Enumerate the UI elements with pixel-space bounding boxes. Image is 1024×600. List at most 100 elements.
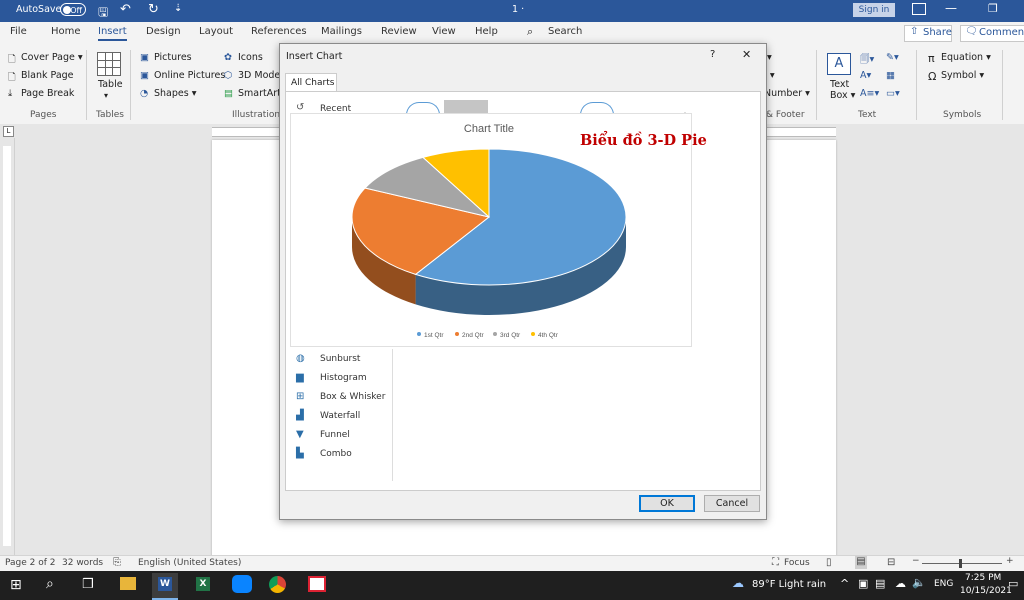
file-explorer-icon[interactable] — [120, 577, 136, 590]
table-button[interactable]: Table — [98, 79, 123, 90]
divider — [86, 50, 87, 120]
page-count[interactable]: Page 2 of 2 — [5, 558, 56, 568]
pictures-icon: ▣ — [140, 52, 149, 63]
zoom-thumb[interactable] — [959, 559, 962, 568]
comments-button[interactable]: 🗨 Comment — [960, 25, 1024, 42]
group-pages-label: Pages — [30, 110, 57, 120]
dialog-title: Insert Chart — [286, 51, 343, 62]
drop-cap-icon[interactable]: A≡▾ — [860, 88, 879, 99]
notification-icon[interactable]: ▭ — [1008, 577, 1018, 590]
tab-all-charts[interactable]: All Charts — [285, 73, 337, 92]
tray-chevron-icon[interactable]: ^ — [840, 577, 849, 590]
online-pictures-button[interactable]: Online Pictures — [154, 70, 225, 81]
maximize-icon[interactable]: ❐ — [988, 2, 998, 15]
object-icon[interactable]: ▭▾ — [886, 88, 900, 99]
print-layout-icon[interactable]: ▤ — [855, 556, 867, 569]
weather-text[interactable]: 89°F Light rain — [752, 579, 826, 590]
web-layout-icon[interactable]: ⊟ — [887, 557, 895, 568]
signature-line-icon[interactable]: ✎▾ — [886, 52, 899, 63]
word-taskbar-button[interactable]: W — [152, 573, 178, 600]
search-icon: ⌕ — [527, 25, 534, 38]
clock-time[interactable]: 7:25 PM — [965, 573, 1001, 583]
search-box[interactable]: Search — [548, 26, 582, 37]
windows-start-icon[interactable]: ⊞ — [10, 577, 22, 593]
tab-layout[interactable]: Layout — [199, 26, 233, 37]
3d-model-button[interactable]: 3D Model — [238, 70, 283, 81]
page-number-button[interactable]: Number ▾ — [764, 88, 810, 99]
tab-view[interactable]: View — [432, 26, 456, 37]
save-icon[interactable]: 🖫 — [98, 3, 108, 24]
undo-icon[interactable]: ↶ — [120, 2, 131, 17]
category-label: Funnel — [320, 430, 350, 440]
ribbon-display-icon[interactable] — [912, 3, 926, 15]
tab-design[interactable]: Design — [146, 26, 181, 37]
vertical-ruler[interactable] — [0, 138, 15, 556]
wordart-icon[interactable]: A▾ — [860, 70, 871, 81]
tray-icon[interactable]: ▣ — [858, 577, 868, 590]
blank-page-icon: 🗋 — [8, 72, 16, 83]
task-view-icon[interactable]: ❒ — [82, 577, 94, 592]
focus-icon: ⛶ — [772, 557, 779, 568]
clock-date[interactable]: 10/15/2021 — [960, 586, 1012, 596]
zoom-in-icon[interactable]: + — [1006, 556, 1014, 566]
shapes-button[interactable]: Shapes ▾ — [154, 88, 197, 99]
close-icon[interactable]: ✕ — [742, 48, 751, 61]
tab-help[interactable]: Help — [475, 26, 498, 37]
word-count[interactable]: 32 words — [62, 558, 103, 568]
smartart-button[interactable]: SmartArt — [238, 88, 281, 99]
chrome-icon[interactable] — [269, 576, 286, 593]
comment-icon: 🗨 — [965, 26, 978, 37]
selected-type-thumb[interactable] — [444, 100, 488, 114]
table-dropdown-icon[interactable]: ▾ — [104, 91, 108, 100]
read-mode-icon[interactable]: ▯ — [826, 557, 832, 568]
text-box-icon[interactable]: A — [827, 53, 851, 75]
quick-parts-icon[interactable]: 🗐▾ — [860, 52, 874, 68]
language[interactable]: English (United States) — [138, 558, 241, 568]
text-box-button[interactable]: Text Box ▾ — [830, 79, 856, 101]
focus-button[interactable]: Focus — [784, 558, 810, 568]
tab-review[interactable]: Review — [381, 26, 417, 37]
cover-page-button[interactable]: Cover Page ▾ — [21, 52, 83, 63]
app-icon[interactable] — [308, 576, 326, 592]
sign-in-button[interactable]: Sign in — [853, 3, 895, 17]
tab-insert[interactable]: Insert — [98, 26, 127, 41]
icons-button[interactable]: Icons — [238, 52, 263, 63]
redo-icon[interactable]: ↻ — [148, 2, 159, 17]
tab-home[interactable]: Home — [51, 26, 81, 37]
pictures-button[interactable]: Pictures — [154, 52, 192, 63]
smartart-icon: ▤ — [224, 88, 233, 99]
blank-page-button[interactable]: Blank Page — [21, 70, 74, 81]
ok-button[interactable]: OK — [639, 495, 695, 512]
tab-mailings[interactable]: Mailings — [321, 26, 362, 37]
divider — [1002, 50, 1003, 120]
cancel-button[interactable]: Cancel — [704, 495, 760, 512]
zoom-slider[interactable] — [922, 563, 1002, 564]
table-icon[interactable] — [97, 52, 121, 76]
excel-icon[interactable]: X — [196, 577, 210, 591]
help-icon[interactable]: ? — [710, 49, 715, 60]
tab-file[interactable]: File — [10, 26, 27, 37]
search-icon[interactable]: ⌕ — [46, 576, 54, 592]
page-break-button[interactable]: Page Break — [21, 88, 74, 99]
zalo-icon[interactable] — [232, 575, 252, 593]
network-icon[interactable]: ▤ — [875, 577, 885, 590]
customize-qat-icon[interactable]: ⇣ — [174, 3, 182, 14]
tab-references[interactable]: References — [251, 26, 307, 37]
annotation-label: Biểu đồ 3-D Pie — [580, 132, 707, 149]
share-button[interactable]: Share ⇧ — [904, 25, 952, 42]
tab-selector[interactable]: L — [3, 126, 14, 137]
cloud-icon[interactable]: ☁ — [895, 577, 906, 590]
symbol-icon: Ω — [928, 70, 937, 83]
date-time-icon[interactable]: ▦ — [886, 70, 895, 81]
zoom-out-icon[interactable]: − — [912, 556, 920, 566]
header-dropdown-icon[interactable]: ▾ — [767, 52, 772, 63]
proofing-icon[interactable]: ⎘ — [113, 557, 121, 568]
equation-button[interactable]: Equation ▾ — [941, 52, 991, 63]
volume-icon[interactable]: 🔈 — [912, 576, 926, 589]
legend-label-3: 3rd Qtr — [500, 332, 521, 339]
group-illustrations-label: Illustrations — [232, 110, 285, 120]
symbol-button[interactable]: Symbol ▾ — [941, 70, 984, 81]
input-language[interactable]: ENG — [934, 579, 953, 589]
minimize-icon[interactable]: — — [945, 1, 957, 15]
taskbar: ⊞ ⌕ ❒ W X ☁ 89°F Light rain ^ ▣ ▤ ☁ 🔈 EN… — [0, 571, 1024, 600]
